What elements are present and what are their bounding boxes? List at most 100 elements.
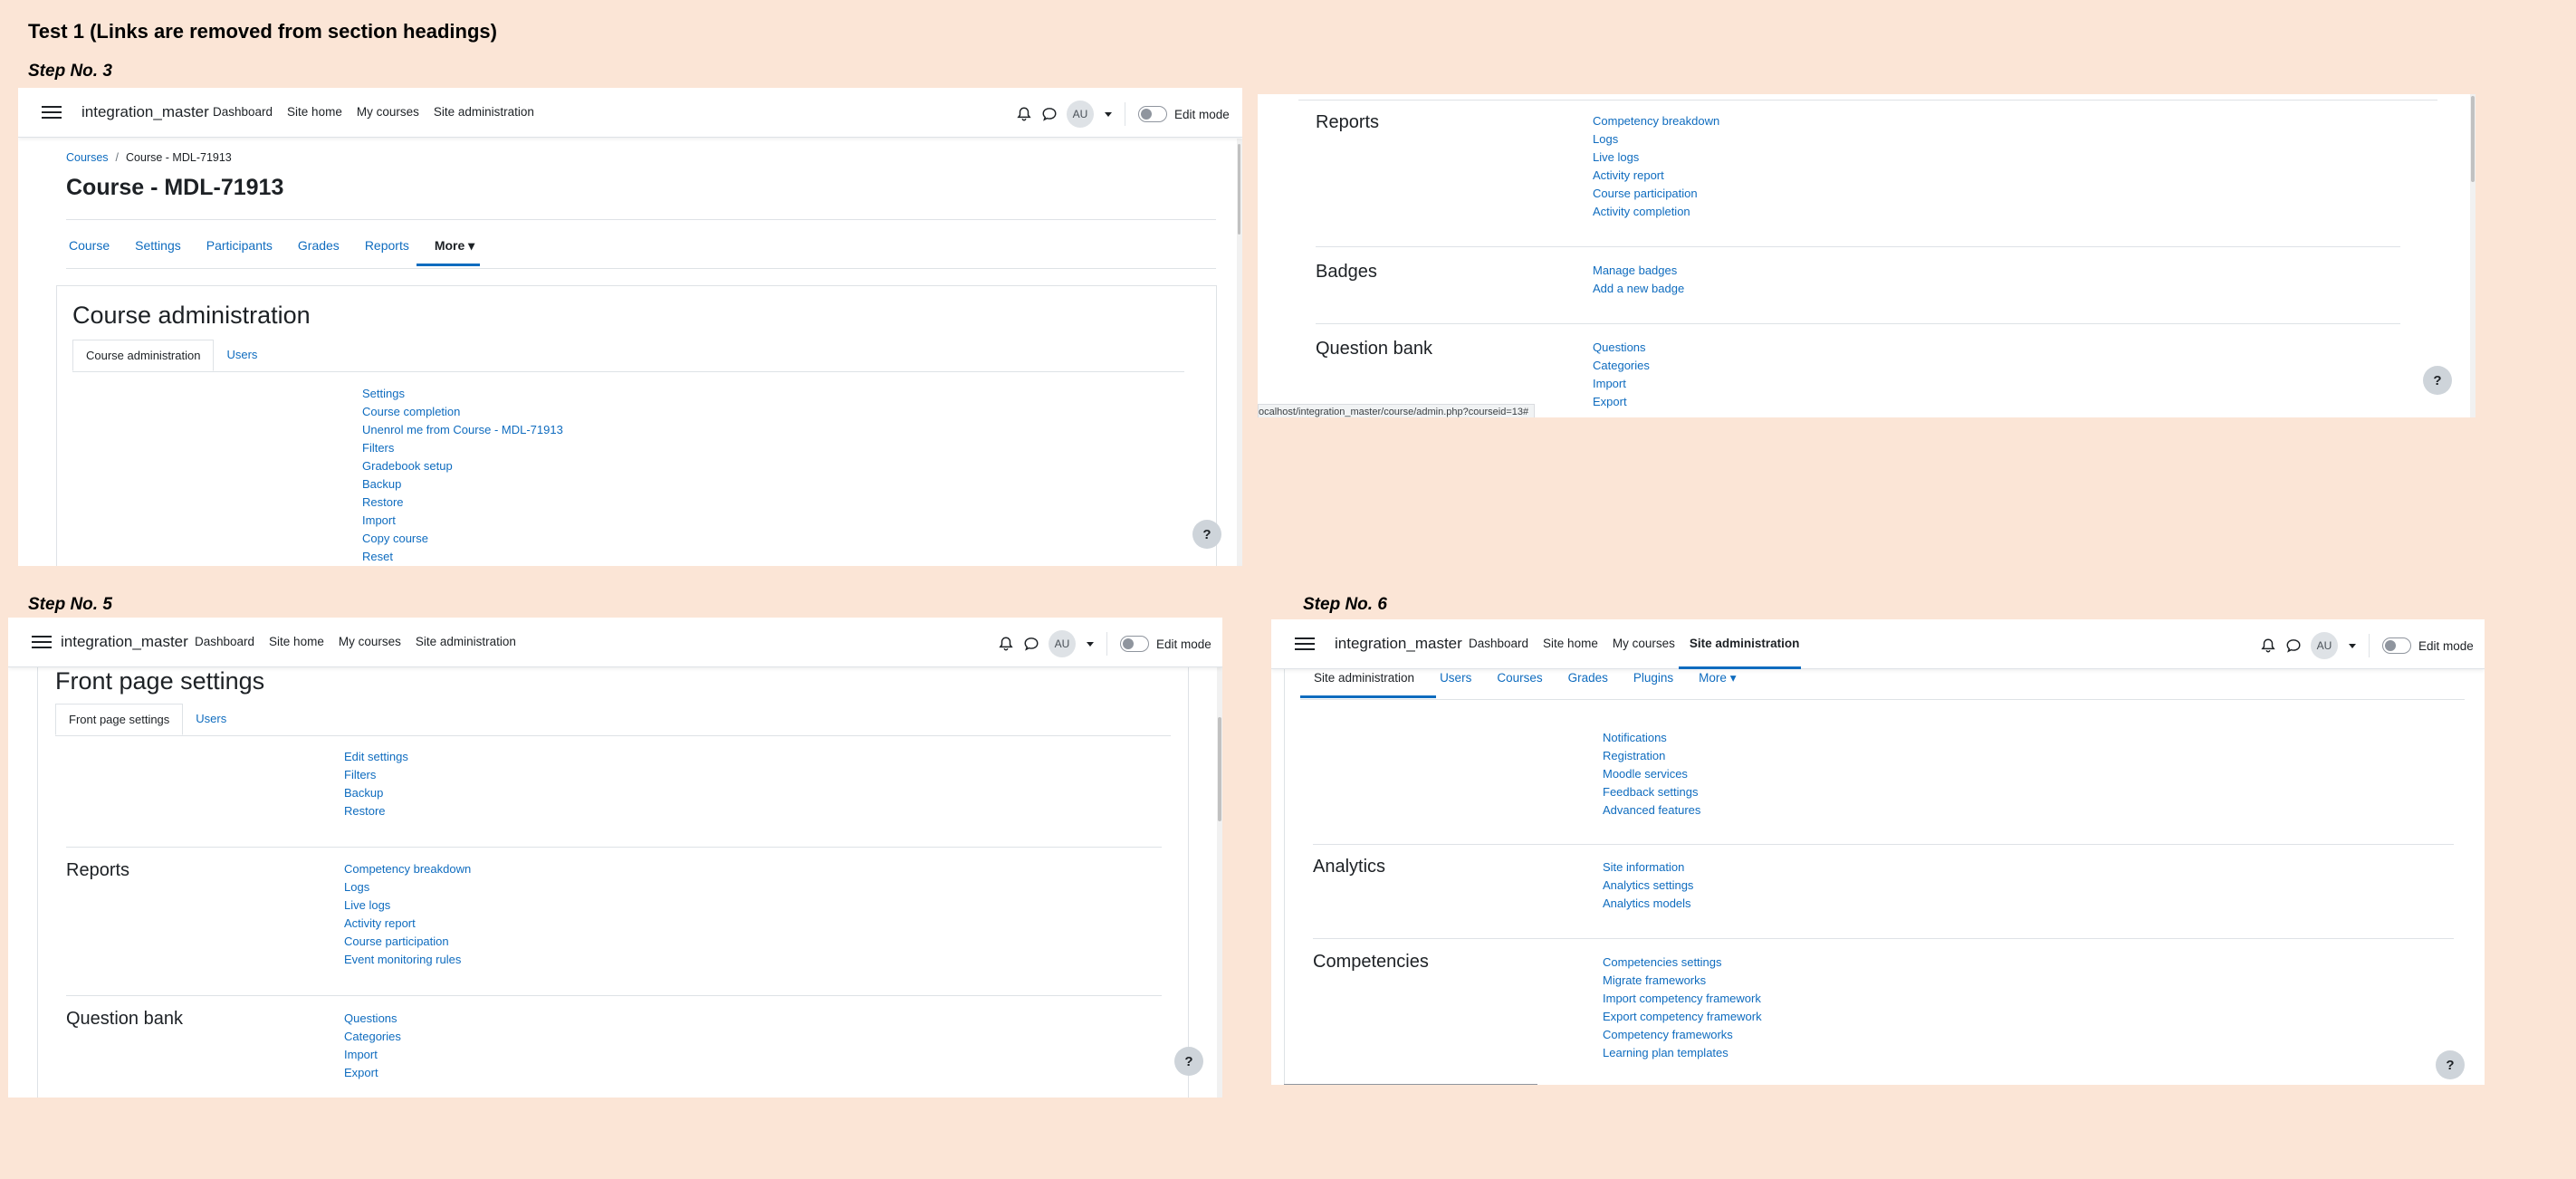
link-backup[interactable]: Backup [344,784,408,802]
link-advanced-features[interactable]: Advanced features [1603,801,1700,820]
nav-dashboard[interactable]: Dashboard [213,105,273,119]
tab-plugins[interactable]: Plugins [1633,671,1673,685]
edit-mode-toggle[interactable] [1120,636,1149,652]
tab-users[interactable]: Users [1440,671,1471,685]
tab-course[interactable]: Course [69,238,110,254]
link-export[interactable]: Export [344,1064,401,1082]
link-notifications[interactable]: Notifications [1603,729,1700,747]
subtab-users[interactable]: Users [183,704,239,735]
link-questions[interactable]: Questions [1593,339,1650,357]
link-course-completion[interactable]: Course completion [362,403,563,421]
link-settings[interactable]: Settings [362,385,563,403]
scrollbar-thumb[interactable] [1218,717,1221,821]
tab-more[interactable]: More ▾ [1699,671,1736,685]
link-registration[interactable]: Registration [1603,747,1700,765]
hamburger-icon[interactable] [32,632,52,652]
avatar[interactable]: AU [2311,632,2338,659]
link-competencies-settings[interactable]: Competencies settings [1603,954,1762,972]
link-course-participation[interactable]: Course participation [1593,185,1719,203]
link-categories[interactable]: Categories [1593,357,1650,375]
nav-my-courses[interactable]: My courses [1613,637,1675,650]
link-import[interactable]: Import [1593,375,1650,393]
link-activity-completion[interactable]: Activity completion [1593,203,1719,221]
link-backup[interactable]: Backup [362,475,563,494]
nav-my-courses[interactable]: My courses [339,635,401,648]
link-import[interactable]: Import [344,1046,401,1064]
help-icon[interactable]: ? [1192,520,1221,549]
subtab-course-administration[interactable]: Course administration [72,340,215,371]
link-competency-frameworks[interactable]: Competency frameworks [1603,1026,1762,1044]
subtab-users[interactable]: Users [214,340,270,371]
link-manage-badges[interactable]: Manage badges [1593,262,1684,280]
link-import[interactable]: Import [362,512,563,530]
edit-mode-toggle[interactable] [1138,106,1167,122]
bell-icon[interactable] [2260,637,2276,654]
link-site-information[interactable]: Site information [1603,858,1693,877]
link-learning-plan-templates[interactable]: Learning plan templates [1603,1044,1762,1062]
nav-dashboard[interactable]: Dashboard [1469,637,1528,650]
link-activity-report[interactable]: Activity report [1593,167,1719,185]
bell-icon[interactable] [998,636,1014,652]
chat-icon[interactable] [2285,637,2302,654]
tab-grades[interactable]: Grades [298,238,340,254]
link-add-badge[interactable]: Add a new badge [1593,280,1684,298]
link-activity-report[interactable]: Activity report [344,915,471,933]
nav-site-administration[interactable]: Site administration [434,105,534,119]
link-live-logs[interactable]: Live logs [1593,149,1719,167]
link-export[interactable]: Export [1593,393,1650,411]
link-course-participation[interactable]: Course participation [344,933,471,951]
link-edit-settings[interactable]: Edit settings [344,748,408,766]
link-copy-course[interactable]: Copy course [362,530,563,548]
link-analytics-models[interactable]: Analytics models [1603,895,1693,913]
avatar[interactable]: AU [1049,630,1076,657]
help-icon[interactable]: ? [2423,366,2452,395]
nav-site-home[interactable]: Site home [287,105,342,119]
help-icon[interactable]: ? [1174,1047,1203,1076]
link-migrate-frameworks[interactable]: Migrate frameworks [1603,972,1762,990]
tab-participants[interactable]: Participants [206,238,273,254]
caret-down-icon[interactable] [1105,111,1112,117]
link-live-logs[interactable]: Live logs [344,896,471,915]
link-restore[interactable]: Restore [344,802,408,820]
link-reset[interactable]: Reset [362,548,563,566]
site-name[interactable]: integration_master [61,633,188,651]
link-competency-breakdown[interactable]: Competency breakdown [344,860,471,878]
bell-icon[interactable] [1016,106,1032,122]
tab-settings[interactable]: Settings [135,238,181,254]
link-filters[interactable]: Filters [344,766,408,784]
avatar[interactable]: AU [1067,101,1094,128]
link-unenrol[interactable]: Unenrol me from Course - MDL-71913 [362,421,563,439]
breadcrumb-courses[interactable]: Courses [66,151,109,164]
caret-down-icon[interactable] [2349,643,2356,648]
scrollbar-thumb[interactable] [2471,96,2475,182]
link-logs[interactable]: Logs [344,878,471,896]
link-event-monitoring-rules[interactable]: Event monitoring rules [344,951,471,969]
link-export-competency-framework[interactable]: Export competency framework [1603,1008,1762,1026]
nav-dashboard[interactable]: Dashboard [195,635,254,648]
link-restore[interactable]: Restore [362,494,563,512]
site-name[interactable]: integration_master [1335,635,1462,653]
chat-icon[interactable] [1041,106,1058,122]
edit-mode-toggle[interactable] [2382,637,2411,654]
tab-reports[interactable]: Reports [365,238,409,254]
tab-more[interactable]: More ▾ [435,238,474,254]
link-analytics-settings[interactable]: Analytics settings [1603,877,1693,895]
link-feedback-settings[interactable]: Feedback settings [1603,783,1700,801]
hamburger-icon[interactable] [42,102,62,122]
link-competency-breakdown[interactable]: Competency breakdown [1593,112,1719,130]
scrollbar-thumb[interactable] [1238,144,1240,235]
chat-icon[interactable] [1023,636,1039,652]
nav-my-courses[interactable]: My courses [357,105,419,119]
link-questions[interactable]: Questions [344,1010,401,1028]
tab-courses[interactable]: Courses [1497,671,1542,685]
link-moodle-services[interactable]: Moodle services [1603,765,1700,783]
caret-down-icon[interactable] [1087,641,1094,647]
link-categories[interactable]: Categories [344,1028,401,1046]
link-import-competency-framework[interactable]: Import competency framework [1603,990,1762,1008]
tab-grades[interactable]: Grades [1568,671,1608,685]
nav-site-home[interactable]: Site home [269,635,324,648]
hamburger-icon[interactable] [1295,634,1315,654]
help-icon[interactable]: ? [2436,1050,2465,1079]
tab-site-administration[interactable]: Site administration [1314,671,1414,685]
link-logs[interactable]: Logs [1593,130,1719,149]
